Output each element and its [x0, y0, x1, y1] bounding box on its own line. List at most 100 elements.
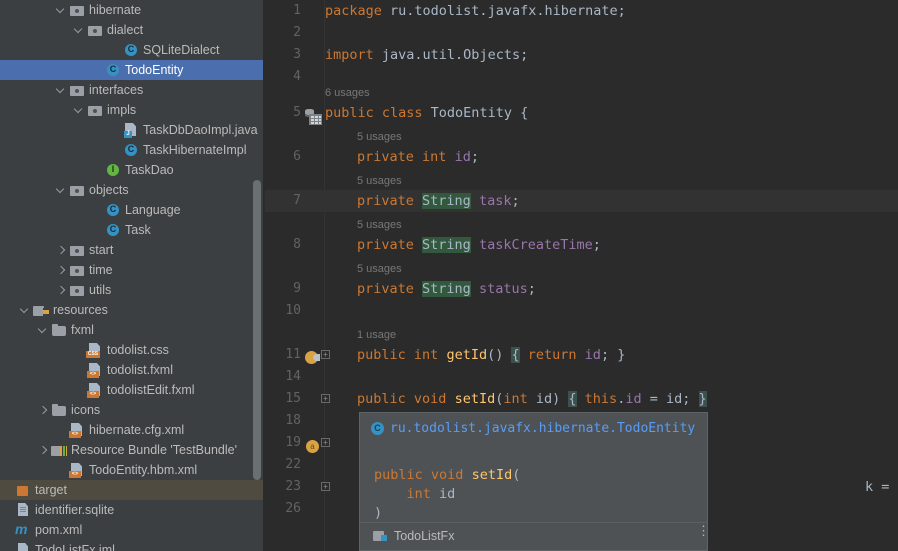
- tree-item-label: hibernate.cfg.xml: [89, 423, 185, 437]
- tree-item-todolistedit-fxml[interactable]: todolistEdit.fxml: [0, 380, 263, 400]
- chevron-down-icon[interactable]: [18, 300, 33, 320]
- code-fold-toggle[interactable]: +: [321, 350, 330, 359]
- tree-item-todoentity[interactable]: TodoEntity: [0, 60, 263, 80]
- usage-hint[interactable]: 6 usages: [265, 84, 898, 102]
- tree-item-todolist-fxml[interactable]: todolist.fxml: [0, 360, 263, 380]
- usage-hint[interactable]: 1 usage: [265, 326, 898, 344]
- code-text: import java.util.Objects;: [325, 47, 529, 63]
- tree-item-label: resources: [53, 303, 108, 317]
- chevron-down-icon[interactable]: [72, 20, 87, 40]
- chevron-right-icon[interactable]: [54, 280, 69, 300]
- tree-item-taskdao[interactable]: TaskDao: [0, 160, 263, 180]
- doc-popup-signature-line: int id: [406, 486, 456, 502]
- tree-item-icons[interactable]: icons: [0, 400, 263, 420]
- editor-line-5[interactable]: 5 public class TodoEntity {: [265, 102, 898, 125]
- code-fold-toggle[interactable]: +: [321, 394, 330, 403]
- code-fold-toggle[interactable]: +: [321, 438, 330, 447]
- line-number: 15: [285, 391, 301, 406]
- tree-item-resources[interactable]: resources: [0, 300, 263, 320]
- tree-item-objects[interactable]: objects: [0, 180, 263, 200]
- line-number: 9: [293, 281, 301, 296]
- chevron-down-icon[interactable]: [36, 320, 51, 340]
- editor-line-7[interactable]: 7 private String task;: [265, 190, 898, 212]
- tree-item-language[interactable]: Language: [0, 200, 263, 220]
- editor-line-11[interactable]: 11 + public int getId() { return id; }: [265, 344, 898, 366]
- tree-item-todolist-css[interactable]: todolist.css: [0, 340, 263, 360]
- tree-item-interfaces[interactable]: interfaces: [0, 80, 263, 100]
- doc-popup-footer: TodoListFx ⋮: [360, 522, 707, 550]
- tree-item-start[interactable]: start: [0, 240, 263, 260]
- tree-item-label: TodoEntity.hbm.xml: [89, 463, 198, 477]
- tree-item-todoentity-hbm-xml[interactable]: TodoEntity.hbm.xml: [0, 460, 263, 480]
- tree-item-dialect[interactable]: dialect: [0, 20, 263, 40]
- chevron-down-icon[interactable]: [54, 180, 69, 200]
- tree-item-utils[interactable]: utils: [0, 280, 263, 300]
- chevron-right-icon[interactable]: [36, 400, 51, 420]
- usage-hint[interactable]: 5 usages: [265, 128, 898, 146]
- line-number: 14: [285, 369, 301, 384]
- tree-item-label: TodoListFx.iml: [35, 543, 115, 551]
- tree-item-taskhibernateimpl[interactable]: TaskHibernateImpl: [0, 140, 263, 160]
- chevron-right-icon[interactable]: [54, 240, 69, 260]
- tree-item-label: objects: [89, 183, 129, 197]
- tree-item-task[interactable]: Task: [0, 220, 263, 240]
- class-icon: [123, 42, 139, 58]
- tree-item-hibernate-cfg-xml[interactable]: hibernate.cfg.xml: [0, 420, 263, 440]
- editor-line-14[interactable]: 14: [265, 366, 898, 388]
- editor-line-2[interactable]: 2: [265, 22, 898, 44]
- tree-item-taskdbdaoimpl-java[interactable]: TaskDbDaoImpl.java: [0, 120, 263, 140]
- tree-item-hibernate[interactable]: hibernate: [0, 0, 263, 20]
- setter-icon[interactable]: [305, 438, 321, 454]
- editor-line-3[interactable]: 3 import java.util.Objects;: [265, 44, 898, 66]
- editor-line-15[interactable]: 15 + public void setId(int id) { this.id =…: [265, 388, 898, 410]
- chevron-down-icon[interactable]: [54, 80, 69, 100]
- tree-item-label: Resource Bundle 'TestBundle': [71, 443, 237, 457]
- tree-item-resource-bundle-testbundle[interactable]: Resource Bundle 'TestBundle': [0, 440, 263, 460]
- usage-hint[interactable]: 5 usages: [265, 172, 898, 190]
- tree-item-time[interactable]: time: [0, 260, 263, 280]
- getter-icon[interactable]: [305, 350, 321, 366]
- tree-item-pom-xml[interactable]: pom.xml: [0, 520, 263, 540]
- editor-line-6[interactable]: 6 private int id;: [265, 146, 898, 168]
- chevron-right-icon[interactable]: [54, 260, 69, 280]
- tree-item-sqlitedialect[interactable]: SQLiteDialect: [0, 40, 263, 60]
- class-icon: [123, 142, 139, 158]
- project-tree-scrollbar[interactable]: [253, 180, 261, 480]
- iml-module-icon: [15, 542, 31, 551]
- code-text: public int getId() { return id; }: [357, 347, 626, 363]
- tree-item-identifier-sqlite[interactable]: identifier.sqlite: [0, 500, 263, 520]
- database-icon[interactable]: [305, 108, 322, 125]
- java-file-icon: [123, 122, 139, 138]
- editor-line-1[interactable]: 1 package ru.todolist.javafx.hibernate;: [265, 0, 898, 22]
- chevron-right-icon[interactable]: [36, 440, 51, 460]
- more-options-icon[interactable]: ⋮: [697, 525, 707, 543]
- code-fold-toggle[interactable]: +: [321, 482, 330, 491]
- project-tree-list[interactable]: hibernate dialect SQLiteDialect TodoEntity i…: [0, 0, 263, 551]
- documentation-popup[interactable]: ru.todolist.javafx.hibernate.TodoEntity …: [359, 412, 708, 551]
- sqlite-file-icon: [15, 502, 31, 518]
- bundle-icon: [51, 442, 67, 458]
- tree-item-impls[interactable]: impls: [0, 100, 263, 120]
- chevron-down-icon[interactable]: [54, 0, 69, 20]
- tree-item-fxml[interactable]: fxml: [0, 320, 263, 340]
- project-tree-panel[interactable]: hibernate dialect SQLiteDialect TodoEntity i…: [0, 0, 263, 551]
- tree-item-label: impls: [107, 103, 137, 117]
- doc-popup-signature: public void setId( int id): [374, 466, 520, 523]
- editor-line-10[interactable]: 10: [265, 300, 898, 322]
- tree-item-label: Language: [125, 203, 181, 217]
- tree-item-target[interactable]: target: [0, 480, 263, 500]
- code-text: public void setId(int id) { this.id = id…: [357, 391, 707, 407]
- usage-hint[interactable]: 5 usages: [265, 216, 898, 234]
- editor-line-8[interactable]: 8 private String taskCreateTime;: [265, 234, 898, 256]
- chevron-down-icon[interactable]: [72, 100, 87, 120]
- editor-line-9[interactable]: 9 private String status;: [265, 278, 898, 300]
- tree-item-todolistfx-iml[interactable]: TodoListFx.iml: [0, 540, 263, 551]
- xml-file-icon: [69, 462, 85, 478]
- usage-hint[interactable]: 5 usages: [265, 260, 898, 278]
- line-number: 3: [293, 47, 301, 62]
